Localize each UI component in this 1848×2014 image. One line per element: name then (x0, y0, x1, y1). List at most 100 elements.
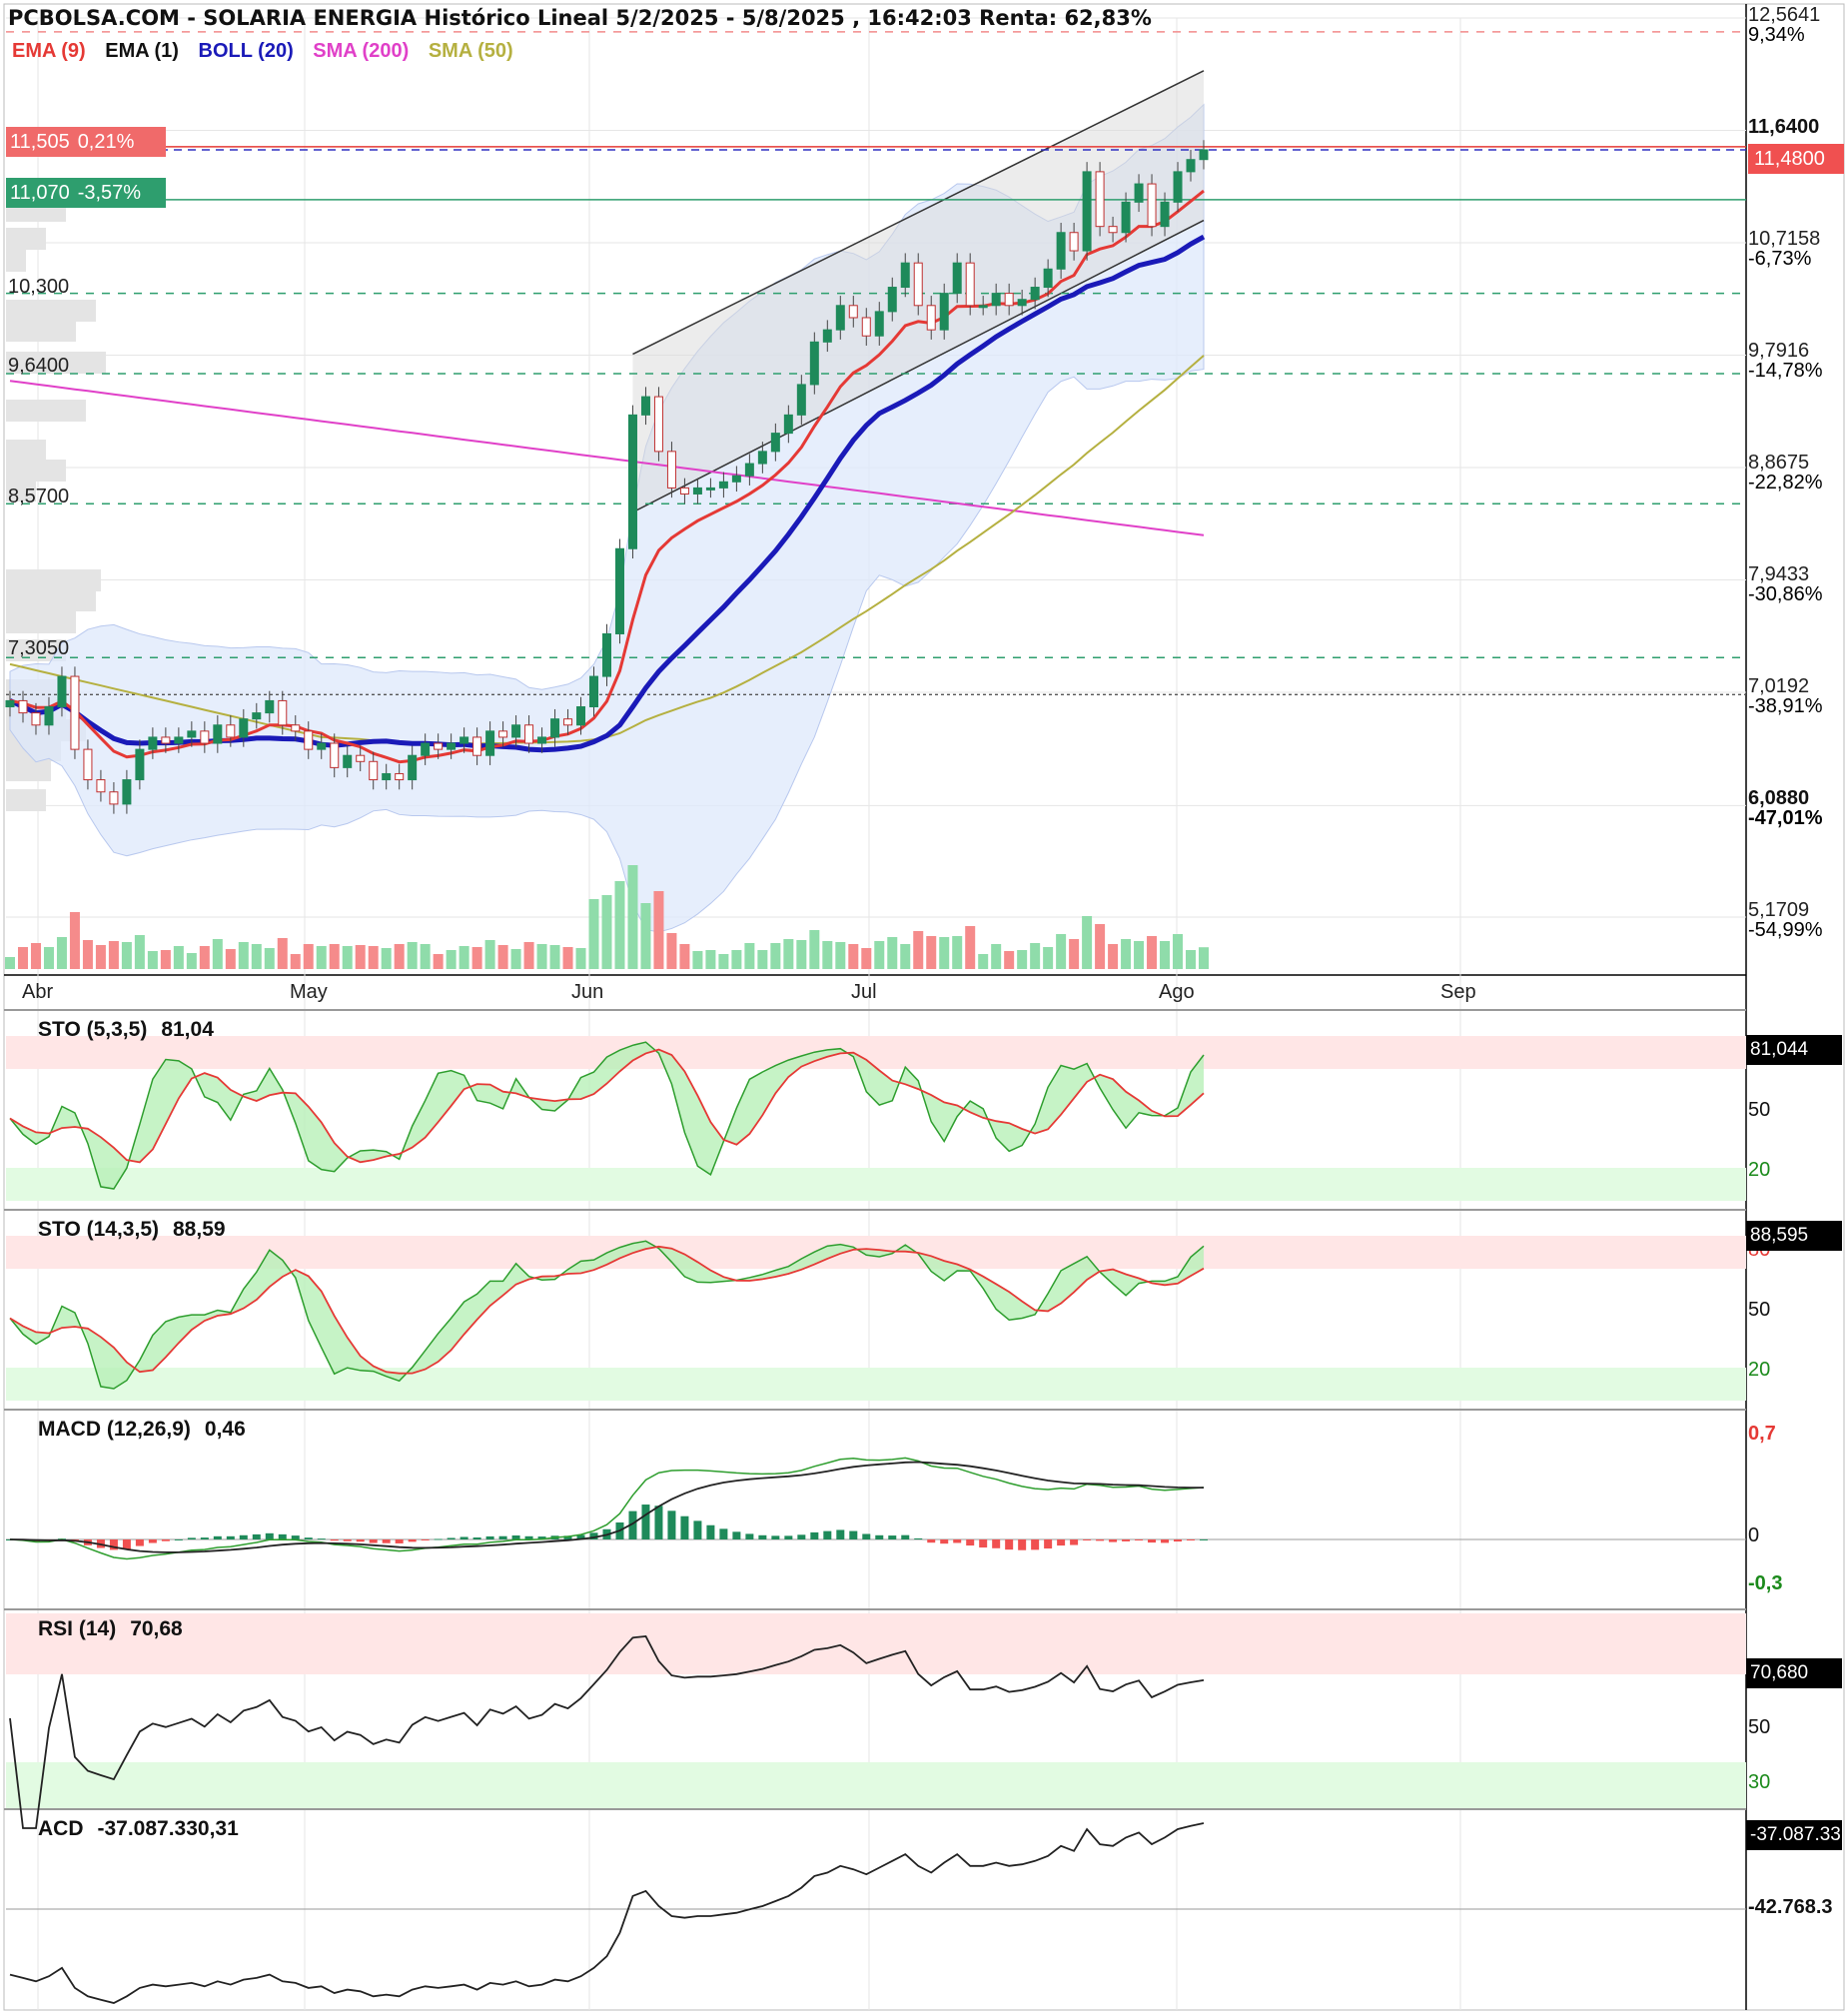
volume-bar (783, 939, 794, 969)
macd-histogram-bar (330, 1539, 339, 1541)
volume-bar (238, 942, 249, 969)
macd-histogram-bar (1044, 1539, 1053, 1549)
volume-bar (225, 949, 236, 969)
candle-body (627, 414, 637, 549)
volume-bar (809, 930, 820, 969)
macd-histogram-bar (719, 1528, 728, 1539)
candle-body (744, 463, 754, 477)
volume-bar (835, 942, 846, 969)
month-label-jun: Jun (571, 981, 604, 1003)
volume-bar (30, 943, 41, 969)
macd-histogram-bar (732, 1531, 741, 1539)
sto1-overbought-zone (6, 1036, 1746, 1069)
candle-body (796, 384, 806, 416)
macd-histogram-bar (498, 1535, 507, 1539)
macd-histogram-bar (187, 1537, 196, 1539)
macd-histogram-bar (122, 1539, 131, 1549)
volume-bar (355, 945, 366, 969)
volume-bar (186, 953, 197, 969)
sto2-level-50: 50 (1748, 1299, 1771, 1321)
axis-pct-3: -6,73% (1748, 248, 1812, 270)
candle-body (1095, 171, 1105, 228)
candle-body (498, 730, 508, 738)
legend-ema1[interactable]: EMA (1) (105, 40, 179, 62)
sto2-value-badge: 88,595 (1746, 1221, 1842, 1251)
macd-histogram-bar (252, 1533, 261, 1539)
volume-bar (692, 951, 703, 969)
macd-histogram-bar (1018, 1539, 1027, 1550)
candle-body (537, 736, 547, 744)
candle-body (848, 305, 858, 319)
candle-body (109, 791, 119, 805)
month-label-abr: Abr (22, 981, 54, 1003)
macd-histogram-bar (914, 1537, 923, 1539)
month-label-sep: Sep (1440, 981, 1476, 1003)
volume-bar (952, 936, 963, 969)
volume-bar (1004, 951, 1015, 969)
sto2-level-20: 20 (1748, 1359, 1771, 1381)
volume-bar (887, 937, 898, 969)
candle-body (1160, 201, 1170, 228)
candle-body (460, 736, 469, 744)
candle-body (1030, 287, 1040, 301)
volume-bar (484, 940, 495, 969)
volume-bar (861, 948, 872, 969)
macd-histogram-bar (823, 1530, 832, 1539)
candle-body (692, 487, 702, 495)
macd-histogram-bar (862, 1533, 871, 1539)
macd-histogram-bar (927, 1539, 936, 1543)
volume-bar (160, 950, 171, 969)
macd-level-0: 0 (1748, 1524, 1760, 1546)
level-label-4: 7,3050 (8, 637, 70, 659)
candle-body (472, 736, 482, 756)
volume-bar (913, 931, 924, 969)
candle-body (757, 451, 767, 465)
volume-bar (1017, 950, 1028, 969)
volume-bar (1069, 939, 1080, 969)
candle-body (900, 262, 910, 289)
volume-bar (666, 933, 677, 969)
candle-body (96, 779, 106, 793)
volume-profile-bar (6, 228, 46, 250)
candle-body (1108, 226, 1118, 234)
legend-sma200[interactable]: SMA (200) (313, 40, 409, 62)
macd-histogram-bar (758, 1534, 767, 1539)
sto1-oversold-zone (6, 1168, 1746, 1201)
candle-body (304, 730, 314, 750)
macd-histogram-bar (161, 1539, 170, 1541)
volume-bar (251, 944, 262, 969)
macd-histogram-bar (1187, 1539, 1196, 1540)
legend-ema9[interactable]: EMA (9) (12, 40, 86, 62)
volume-bar (575, 948, 586, 969)
volume-profile-bar (6, 300, 96, 322)
candle-body (44, 706, 54, 726)
macd-histogram-bar (447, 1537, 456, 1539)
volume-bar (900, 944, 911, 969)
macd-histogram-bar (1031, 1539, 1040, 1550)
candle-body (200, 730, 210, 744)
macd-histogram-bar (213, 1535, 222, 1539)
candle-body (1017, 299, 1027, 307)
macd-histogram-bar (693, 1520, 702, 1539)
macd-histogram-bar (511, 1534, 520, 1539)
candle-body (5, 699, 15, 708)
candle-body (1199, 149, 1209, 161)
volume-profile-bar (6, 611, 76, 633)
candle-body (563, 718, 573, 726)
candle-body (835, 305, 845, 331)
rsi-oversold-zone (6, 1762, 1746, 1808)
legend-boll[interactable]: BOLL (20) (199, 40, 294, 62)
volume-bar (926, 936, 937, 969)
rsi-level-50: 50 (1748, 1716, 1771, 1738)
candle-body (1186, 159, 1196, 173)
sto1-label: STO (5,3,5) 81,04 (38, 1018, 214, 1041)
price-tag-lower: 11,070 -3,57% (6, 178, 166, 208)
volume-profile-bar (6, 569, 101, 591)
volume-bar (562, 947, 573, 969)
legend-sma50[interactable]: SMA (50) (429, 40, 513, 62)
sto1-level-50: 50 (1748, 1099, 1771, 1121)
candle-body (874, 311, 884, 337)
volume-bar (770, 943, 781, 969)
sto2-label: STO (14,3,5) 88,59 (38, 1218, 226, 1241)
chart-title: PCBOLSA.COM - SOLARIA ENERGIA Histórico … (8, 6, 1152, 30)
